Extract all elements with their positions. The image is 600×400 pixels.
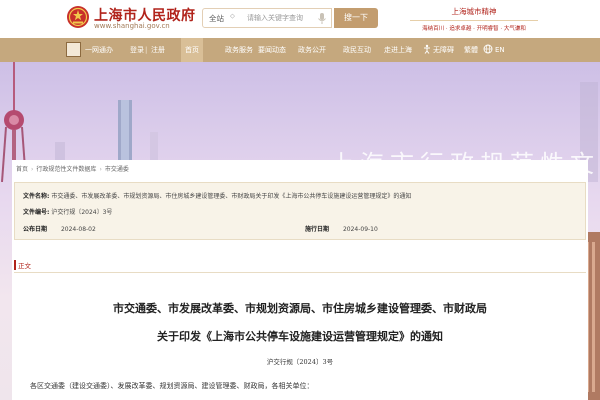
section-divider <box>14 272 586 273</box>
document-number: 沪交行规〔2024〕3号 <box>266 358 334 366</box>
search-scope-select[interactable]: 全站 <box>209 13 224 24</box>
microphone-icon[interactable] <box>316 12 328 25</box>
document-title-line2: 关于印发《上海市公共停车设施建设运营管理规定》的通知 <box>157 330 443 343</box>
meta-effective-label: 施行日期 <box>305 226 330 233</box>
meta-row-effective: 施行日期 2024-09-10 <box>305 224 378 233</box>
meta-title-label: 文件名称: <box>23 193 50 200</box>
nav-item-home[interactable]: 首页 <box>181 38 203 62</box>
nav-item-services[interactable]: 政务服务 <box>225 38 253 62</box>
meta-publish-value: 2024-08-02 <box>60 226 96 233</box>
accessibility-icon[interactable] <box>422 44 432 54</box>
breadcrumb-separator: › <box>31 166 34 173</box>
meta-docno-label: 文件编号: <box>23 209 50 216</box>
nav-english[interactable]: EN <box>495 38 505 62</box>
nav-item-interaction[interactable]: 政民互动 <box>343 38 371 62</box>
one-netcom-icon[interactable] <box>66 42 81 57</box>
meta-row-title: 文件名称: 市交通委、市发展改革委、市规划资源局、市住房城乡建设管理委、市财政局… <box>23 191 411 200</box>
meta-row-publish: 公布日期 2024-08-02 <box>23 224 96 233</box>
section-marker <box>14 260 16 270</box>
main-nav: 一网通办 登录 | 注册 首页 政务服务 要闻动态 政务公开 政民互动 走进上海… <box>0 38 600 62</box>
site-domain: www.shanghai.gov.cn <box>94 22 170 30</box>
document-salutation: 各区交通委（建设交通委）、发展改革委、规划资源局、建设管理委、财政局，各相关单位… <box>30 382 314 390</box>
breadcrumb-home[interactable]: 首页 <box>16 166 28 173</box>
globe-icon[interactable] <box>483 44 493 54</box>
city-slogan: 上海城市精神 海纳百川 · 追求卓越 · 开明睿智 · 大气谦和 <box>410 6 538 32</box>
nav-item-about-shanghai[interactable]: 走进上海 <box>384 38 412 62</box>
meta-title-value: 市交通委、市发展改革委、市规划资源局、市住房城乡建设管理委、市财政局关于印发《上… <box>51 193 412 200</box>
nav-item-open-gov[interactable]: 政务公开 <box>298 38 326 62</box>
document-panel: 首页 › 行政规范性文件数据库 › 市交通委 文件名称: 市交通委、市发展改革委、市规划… <box>12 160 588 400</box>
site-header: 上海市人民政府 www.shanghai.gov.cn 全站 ⬦ 请输入关键字查… <box>0 0 600 38</box>
meta-row-docno: 文件编号: 沪交行规〔2024〕3号 <box>23 207 112 216</box>
document-meta-box: 文件名称: 市交通委、市发展改革委、市规划资源局、市住房城乡建设管理委、市财政局… <box>14 182 586 240</box>
chevron-down-icon[interactable]: ⬦ <box>230 12 235 21</box>
breadcrumb-database[interactable]: 行政规范性文件数据库 <box>36 166 96 173</box>
meta-docno-value: 沪交行规〔2024〕3号 <box>51 209 113 216</box>
nav-register[interactable]: 注册 <box>151 38 165 62</box>
search-placeholder[interactable]: 请输入关键字查询 <box>247 13 303 23</box>
nav-traditional[interactable]: 繁體 <box>464 38 478 62</box>
national-emblem-logo[interactable] <box>66 5 90 29</box>
nav-login[interactable]: 登录 <box>130 38 144 62</box>
nav-accessibility[interactable]: 无障碍 <box>433 38 454 62</box>
nav-sep: | <box>145 46 148 54</box>
slogan-divider <box>410 20 538 21</box>
breadcrumb-separator: › <box>99 166 102 173</box>
nav-item-onenet[interactable]: 一网通办 <box>85 38 113 62</box>
meta-effective-value: 2024-09-10 <box>342 226 378 233</box>
search-button[interactable]: 搜一下 <box>334 8 378 28</box>
document-title-line1: 市交通委、市发展改革委、市规划资源局、市住房城乡建设管理委、市财政局 <box>113 302 487 315</box>
breadcrumb-current[interactable]: 市交通委 <box>105 166 129 173</box>
nav-item-news[interactable]: 要闻动态 <box>258 38 286 62</box>
slogan-title: 上海城市精神 <box>451 7 497 16</box>
section-label: 正文 <box>18 262 31 270</box>
breadcrumb: 首页 › 行政规范性文件数据库 › 市交通委 <box>16 164 129 173</box>
slogan-subtitle: 海纳百川 · 追求卓越 · 开明睿智 · 大气谦和 <box>422 26 526 32</box>
meta-publish-label: 公布日期 <box>23 226 48 233</box>
search-input[interactable]: 全站 ⬦ 请输入关键字查询 <box>202 8 332 28</box>
